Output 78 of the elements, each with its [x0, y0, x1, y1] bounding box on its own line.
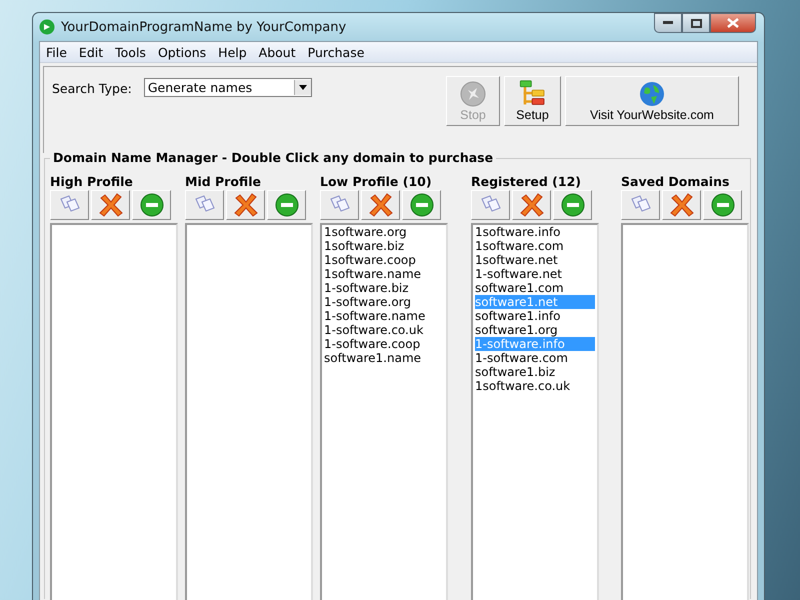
domain-item[interactable]: 1software.co.uk — [475, 379, 595, 393]
copy-button[interactable] — [185, 190, 224, 220]
website-button[interactable]: Visit YourWebsite.com — [565, 76, 739, 126]
domain-item[interactable]: software1.org — [475, 323, 595, 337]
menu-item[interactable]: Help — [212, 44, 253, 60]
domain-list[interactable]: 1software.org 1software.biz 1software.coop 1software.name 1-software.biz 1-software.org 1-software.name 1-software.co.uk 1-software.coop software1.name — [320, 223, 448, 600]
column-title: Mid Profile — [185, 174, 262, 190]
remove-button[interactable] — [267, 190, 306, 220]
domain-item[interactable]: 1-software.com — [475, 351, 595, 365]
delete-button[interactable] — [361, 190, 400, 220]
menu-item[interactable]: Edit — [72, 44, 110, 60]
setup-button[interactable]: Setup — [504, 76, 561, 126]
domain-item[interactable]: software1.com — [475, 281, 595, 295]
domain-item[interactable]: 1-software.co.uk — [324, 323, 444, 337]
delete-icon — [518, 193, 544, 217]
search-type-dropdown[interactable]: Generate names — [144, 78, 312, 97]
menu-item[interactable]: Tools — [109, 44, 152, 60]
copy-button[interactable] — [471, 190, 510, 220]
domain-item[interactable]: 1software.coop — [324, 253, 444, 267]
dropdown-arrow-icon — [298, 85, 307, 90]
domain-list[interactable] — [621, 223, 749, 600]
delete-icon — [368, 193, 394, 217]
close-icon — [727, 18, 739, 28]
domain-item[interactable]: 1software.biz — [324, 239, 444, 253]
remove-button[interactable] — [402, 190, 441, 220]
menu-item[interactable]: About — [252, 44, 302, 60]
remove-button[interactable] — [703, 190, 742, 220]
maximize-icon — [690, 18, 702, 28]
remove-button[interactable] — [132, 190, 171, 220]
domain-item[interactable]: 1software.org — [324, 225, 444, 239]
domain-list[interactable] — [185, 223, 313, 600]
remove-icon — [140, 193, 164, 217]
copy-button[interactable] — [50, 190, 89, 220]
remove-icon — [560, 193, 584, 217]
domain-item[interactable]: 1software.name — [324, 267, 444, 281]
domain-item[interactable]: 1-software.coop — [324, 337, 444, 351]
domain-item[interactable]: 1-software.biz — [324, 281, 444, 295]
globe-icon — [639, 81, 665, 107]
domain-list[interactable]: 1software.info 1software.com 1software.net 1-software.net software1.com software1.net software1.info software1.org 1-software.info 1-software.com software1.biz 1software.co.uk — [471, 223, 599, 600]
column-title: Registered (12) — [471, 174, 582, 190]
menu-item[interactable]: Options — [152, 44, 212, 60]
remove-button[interactable] — [553, 190, 592, 220]
search-type-label: Search Type: — [52, 80, 132, 96]
delete-icon — [98, 193, 124, 217]
domain-item[interactable]: 1software.info — [475, 225, 595, 239]
menu-item[interactable]: Purchase — [302, 44, 370, 60]
copy-button[interactable] — [621, 190, 660, 220]
column-title: High Profile — [50, 174, 134, 190]
remove-icon — [710, 193, 734, 217]
domain-item[interactable]: 1software.com — [475, 239, 595, 253]
remove-icon — [274, 193, 298, 217]
close-button[interactable] — [710, 13, 756, 33]
delete-button[interactable] — [512, 190, 551, 220]
app-icon — [39, 19, 55, 35]
stop-icon — [460, 81, 486, 107]
domain-item[interactable]: software1.biz — [475, 365, 595, 379]
delete-button[interactable] — [91, 190, 130, 220]
domain-item[interactable]: 1-software.net — [475, 267, 595, 281]
delete-button[interactable] — [226, 190, 265, 220]
column-title: Saved Domains — [621, 174, 730, 190]
domain-list[interactable] — [50, 223, 178, 600]
domain-item[interactable]: 1-software.name — [324, 309, 444, 323]
minimize-button[interactable] — [654, 13, 682, 33]
domain-item[interactable]: 1-software.org — [324, 295, 444, 309]
domain-item[interactable]: software1.info — [475, 309, 595, 323]
window-title: YourDomainProgramName by YourCompany — [61, 20, 346, 34]
group-title: Domain Name Manager - Double Click any domain to purchase — [50, 150, 496, 165]
minimize-icon — [663, 21, 673, 25]
domain-item[interactable]: 1software.net — [475, 253, 595, 267]
delete-button[interactable] — [662, 190, 701, 220]
copy-button[interactable] — [320, 190, 359, 220]
menu-item[interactable]: File — [40, 44, 73, 60]
column-title: Low Profile (10) — [320, 174, 433, 190]
delete-icon — [232, 193, 258, 217]
domain-item[interactable]: software1.name — [324, 351, 444, 365]
remove-icon — [410, 193, 434, 217]
delete-icon — [668, 193, 694, 217]
maximize-button[interactable] — [682, 13, 710, 33]
